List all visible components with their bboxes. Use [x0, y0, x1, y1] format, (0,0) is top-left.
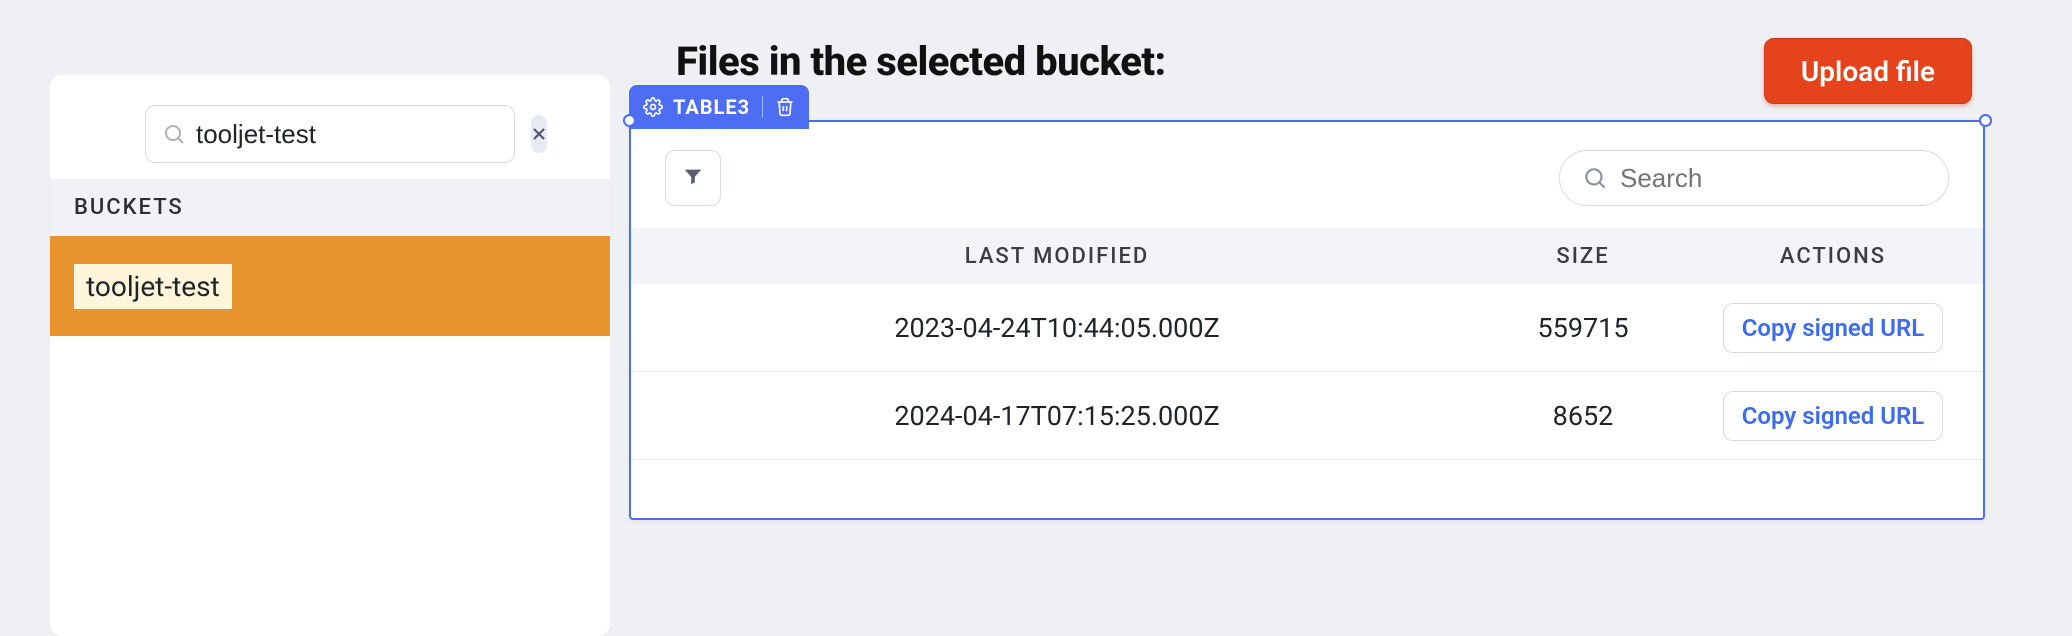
resize-handle-nw[interactable] — [623, 114, 636, 127]
bucket-item-label: tooljet-test — [74, 264, 232, 309]
badge-separator — [762, 96, 763, 118]
cell-last-modified: 2024-04-17T07:15:25.000Z — [641, 400, 1473, 432]
copy-signed-url-button[interactable]: Copy signed URL — [1723, 303, 1944, 353]
search-icon — [162, 122, 186, 146]
cell-actions: Copy signed URL — [1693, 391, 1973, 441]
bucket-item[interactable]: tooljet-test — [50, 236, 610, 336]
cell-size: 559715 — [1473, 312, 1693, 344]
component-name-label: TABLE3 — [673, 95, 750, 119]
table-search[interactable] — [1559, 150, 1949, 206]
col-header-last-modified[interactable]: LAST MODIFIED — [641, 244, 1473, 269]
cell-last-modified: 2023-04-24T10:44:05.000Z — [641, 312, 1473, 344]
table-component: LAST MODIFIED SIZE ACTIONS 2023-04-24T10… — [629, 120, 1985, 520]
sidebar: BUCKETS tooljet-test — [50, 75, 610, 636]
table-toolbar — [631, 122, 1983, 228]
sidebar-search-wrap — [50, 75, 610, 179]
table-search-input[interactable] — [1620, 163, 1926, 194]
cell-size: 8652 — [1473, 400, 1693, 432]
gear-icon — [643, 97, 663, 117]
sidebar-search-input[interactable] — [196, 119, 531, 150]
trash-icon[interactable] — [775, 97, 795, 117]
sidebar-search[interactable] — [145, 105, 515, 163]
copy-signed-url-button[interactable]: Copy signed URL — [1723, 391, 1944, 441]
clear-search-button[interactable] — [531, 115, 547, 153]
table-header-row: LAST MODIFIED SIZE ACTIONS — [631, 228, 1983, 284]
page-title: Files in the selected bucket: — [676, 38, 1166, 85]
filter-button[interactable] — [665, 150, 721, 206]
buckets-header: BUCKETS — [50, 179, 610, 236]
component-badge[interactable]: TABLE3 — [629, 85, 809, 129]
cell-actions: Copy signed URL — [1693, 303, 1973, 353]
upload-file-label: Upload file — [1801, 55, 1935, 88]
upload-file-button[interactable]: Upload file — [1764, 38, 1972, 104]
resize-handle-ne[interactable] — [1979, 114, 1992, 127]
table-row[interactable]: 2023-04-24T10:44:05.000Z 559715 Copy sig… — [631, 284, 1983, 372]
sidebar-blank — [50, 336, 610, 636]
filter-icon — [682, 165, 704, 191]
col-header-actions[interactable]: ACTIONS — [1693, 244, 1973, 269]
table-row[interactable]: 2024-04-17T07:15:25.000Z 8652 Copy signe… — [631, 372, 1983, 460]
col-header-size[interactable]: SIZE — [1473, 244, 1693, 269]
search-icon — [1582, 165, 1608, 191]
